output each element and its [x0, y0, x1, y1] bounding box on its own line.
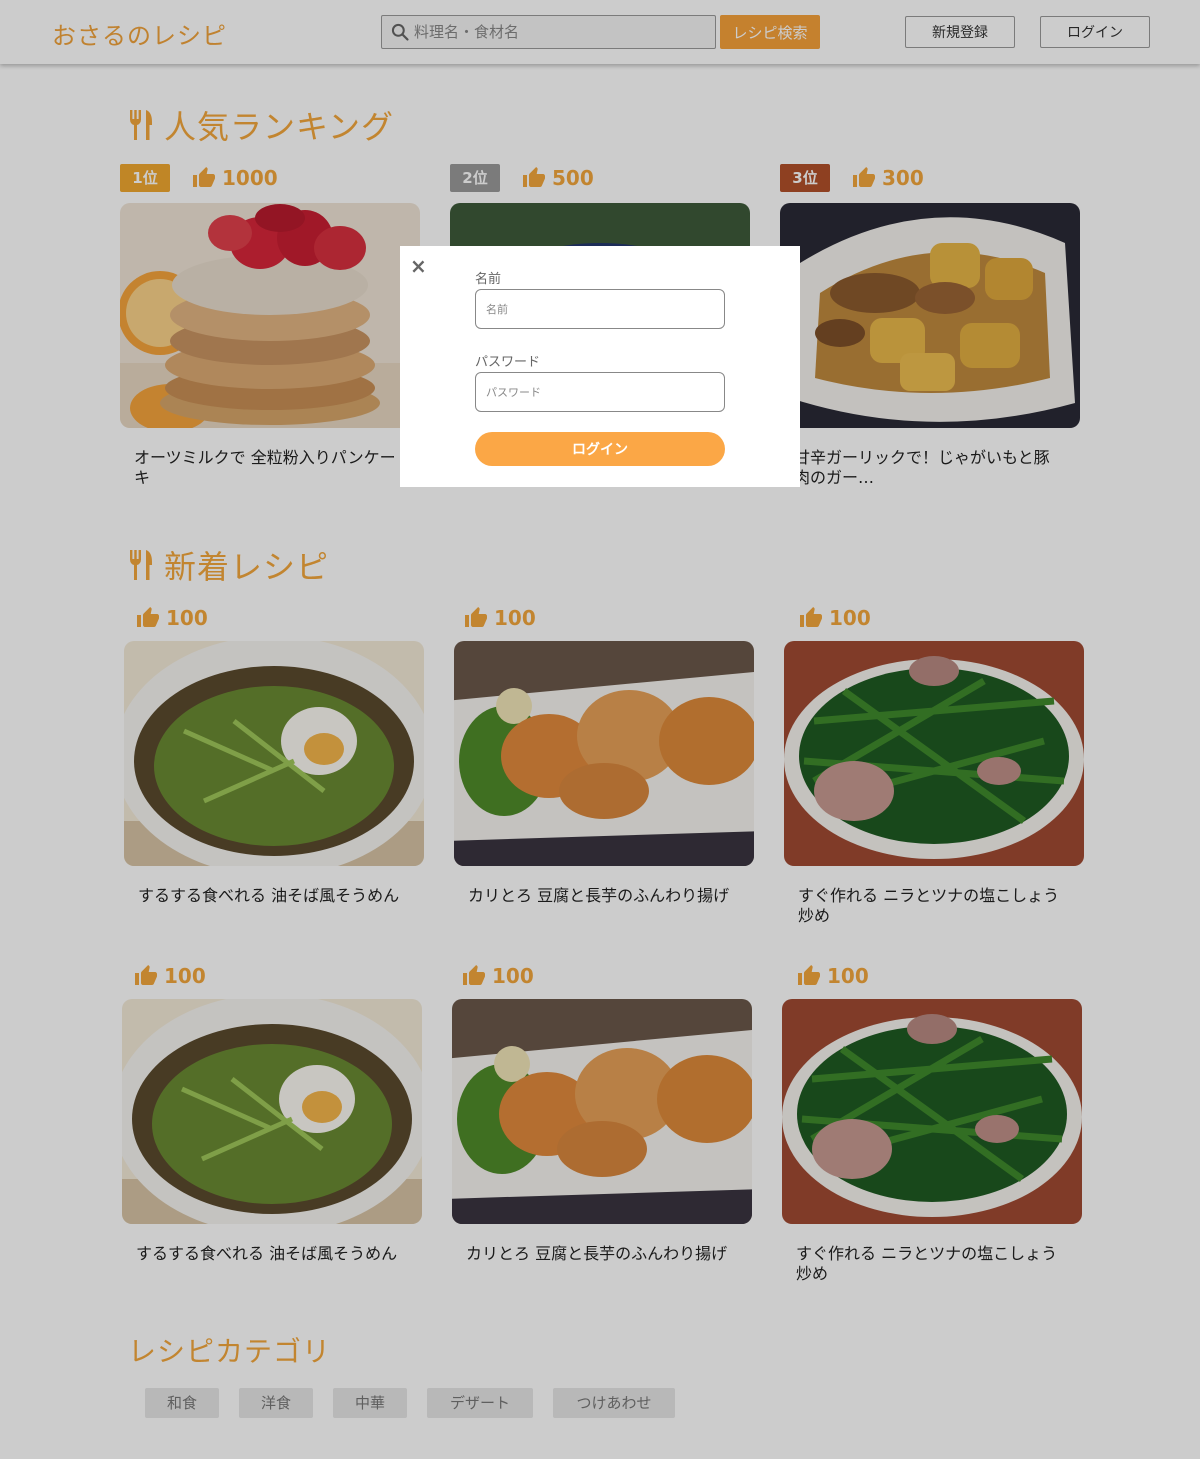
- login-submit-button[interactable]: ログイン: [475, 432, 725, 466]
- password-field[interactable]: [475, 372, 725, 412]
- modal-backdrop[interactable]: [0, 0, 1200, 1459]
- name-label: 名前: [475, 272, 502, 287]
- login-modal: × 名前 パスワード ログイン: [400, 246, 800, 487]
- password-label: パスワード: [475, 355, 541, 370]
- name-field[interactable]: [475, 289, 725, 329]
- close-icon[interactable]: ×: [410, 254, 427, 278]
